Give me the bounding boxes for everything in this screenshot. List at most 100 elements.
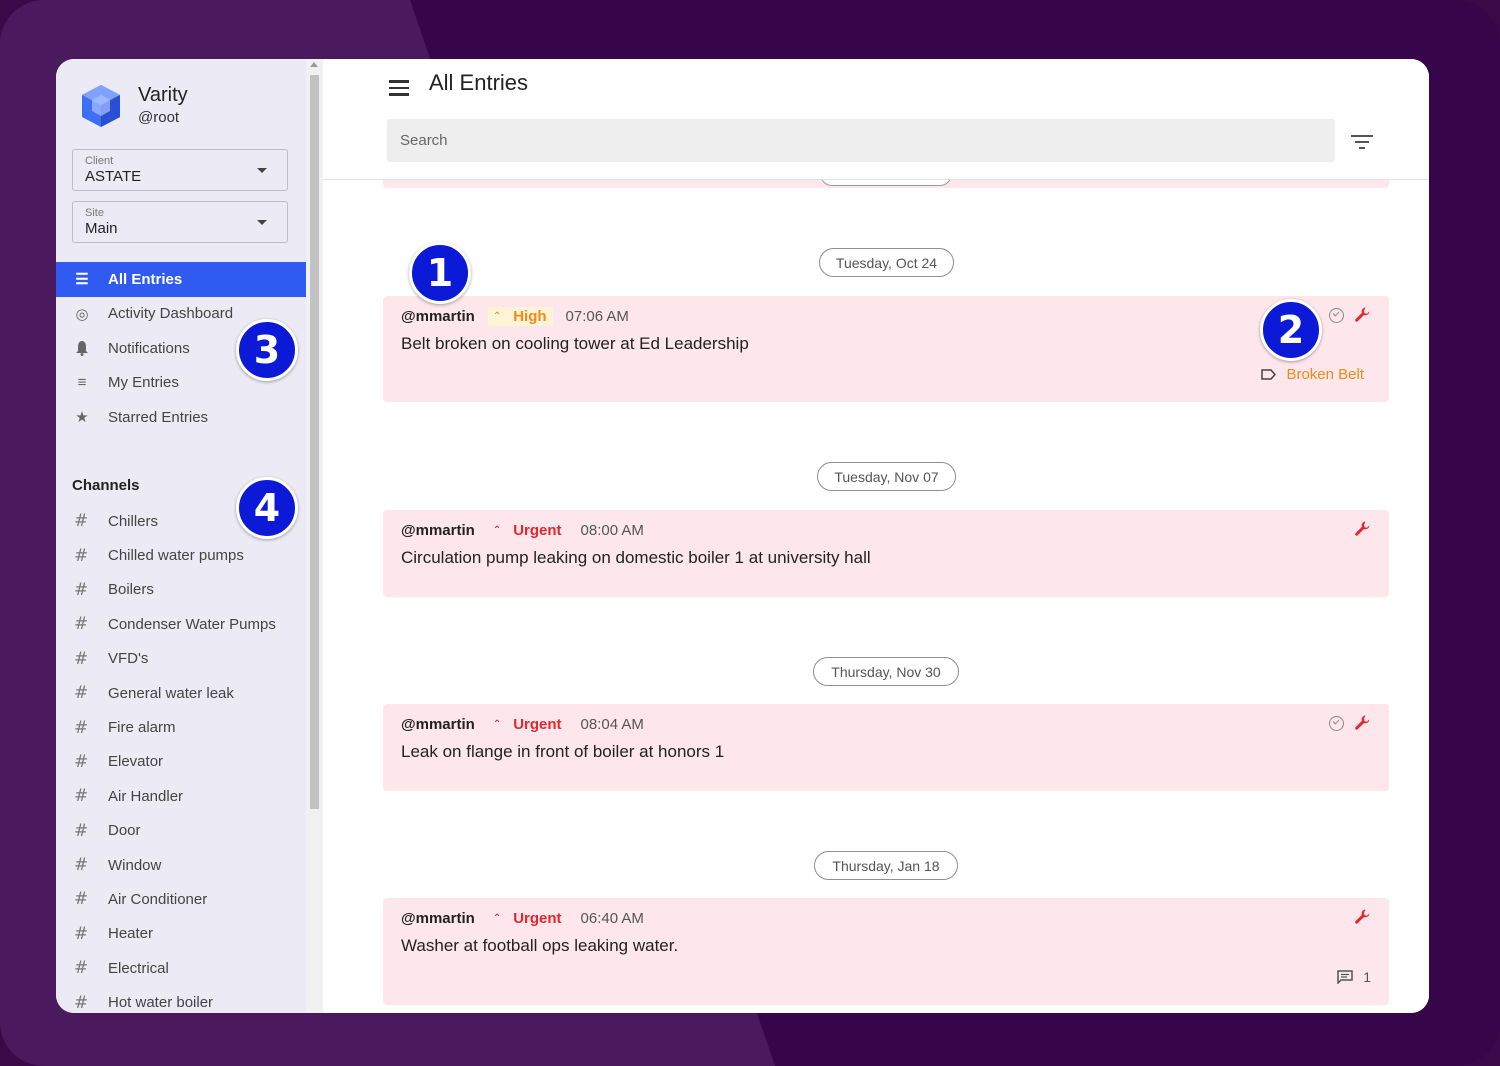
nav-item-label: Starred Entries <box>108 408 209 426</box>
scrollbar-thumb[interactable] <box>310 75 319 809</box>
channel-item[interactable]: # Hot water boiler <box>56 985 306 1013</box>
entry-author[interactable]: @mmartin <box>401 522 475 539</box>
main-content: All Entries Tuesday, Oct 24 @mmartin ⌃ <box>323 59 1429 1013</box>
wrench-icon[interactable] <box>1354 520 1372 538</box>
chevron-down-icon <box>257 168 267 173</box>
entry-author[interactable]: @mmartin <box>401 716 475 733</box>
channel-item[interactable]: # VFD's <box>56 642 306 676</box>
date-divider: Thursday, Nov 30 <box>813 657 959 686</box>
entry-card[interactable]: @mmartin ⌃ Urgent 08:04 AM Leak on flang… <box>383 704 1389 791</box>
entry-card[interactable]: @mmartin ⌃ High 07:06 AM Belt broken on … <box>383 296 1389 402</box>
priority-badge-urgent: ⌃ Urgent <box>488 715 568 734</box>
priority-badge-high: ⌃ High <box>487 306 553 326</box>
channel-item[interactable]: # Air Conditioner <box>56 882 306 916</box>
scroll-up-arrow-icon[interactable] <box>310 62 318 67</box>
chevron-up-icon: ⌃ <box>492 310 502 322</box>
hash-icon: # <box>74 889 89 910</box>
channel-item[interactable]: # Door <box>56 814 306 848</box>
date-divider: Tuesday, Nov 07 <box>817 462 956 491</box>
priority-label: Urgent <box>513 715 562 733</box>
broadcast-icon: ◎ <box>75 305 89 323</box>
priority-badge-urgent: ⌃ Urgent <box>488 909 568 928</box>
entry-actions <box>1354 520 1372 538</box>
chevron-down-icon <box>257 220 267 225</box>
double-chevron-up-icon: ⌃ <box>492 524 502 536</box>
channel-list: # Chillers # Chilled water pumps # Boilers … <box>56 504 306 1013</box>
wrench-icon[interactable] <box>1354 306 1372 324</box>
channels-heading: Channels <box>72 477 140 494</box>
entry-card[interactable]: @mmartin ⌃ Urgent 08:00 AM Circulation p… <box>383 510 1389 597</box>
filter-icon[interactable] <box>1351 133 1373 151</box>
client-select-value: ASTATE <box>85 168 142 185</box>
nav-item-all-entries[interactable]: ☰ All Entries <box>56 262 306 297</box>
channel-item[interactable]: # Electrical <box>56 951 306 985</box>
date-divider: Tuesday, Oct 24 <box>819 248 954 277</box>
hamburger-menu-icon[interactable] <box>387 76 411 100</box>
hash-icon: # <box>74 579 89 600</box>
callout-badge-3: 3 <box>236 319 298 381</box>
priority-badge-urgent: ⌃ Urgent <box>488 521 568 540</box>
hash-icon: # <box>74 923 89 944</box>
hash-icon: # <box>74 855 89 876</box>
check-circle-icon[interactable] <box>1329 307 1344 323</box>
channel-item[interactable]: # Elevator <box>56 745 306 779</box>
entries-feed: Tuesday, Oct 24 @mmartin ⌃ High 07:06 AM… <box>323 180 1429 1013</box>
channel-label: Condenser Water Pumps <box>108 615 276 633</box>
wrench-icon[interactable] <box>1354 714 1372 732</box>
channel-item[interactable]: # Heater <box>56 917 306 951</box>
nav-item-starred-entries[interactable]: ★ Starred Entries <box>56 400 306 435</box>
priority-label: Urgent <box>513 521 562 539</box>
double-chevron-up-icon: ⌃ <box>492 912 502 924</box>
nav-item-label: My Entries <box>108 374 179 392</box>
star-icon: ★ <box>75 409 89 427</box>
callout-badge-1: 1 <box>409 242 471 304</box>
comment-count-value: 1 <box>1363 969 1371 985</box>
entry-actions <box>1354 908 1372 926</box>
search-bar[interactable] <box>387 119 1335 162</box>
entry-author[interactable]: @mmartin <box>401 308 475 325</box>
hash-icon: # <box>74 545 89 566</box>
channel-item[interactable]: # General water leak <box>56 676 306 710</box>
entry-author[interactable]: @mmartin <box>401 910 475 927</box>
label-tag-icon <box>1261 369 1277 380</box>
callout-badge-4: 4 <box>236 477 298 539</box>
sidebar-scrollbar[interactable] <box>306 59 323 1013</box>
search-input[interactable] <box>387 119 1335 162</box>
bell-icon <box>72 338 92 358</box>
channel-item[interactable]: # Air Handler <box>56 779 306 813</box>
site-select-label: Site <box>85 207 104 219</box>
channel-label: Door <box>108 822 141 840</box>
hash-icon: # <box>74 751 89 772</box>
client-select-label: Client <box>85 155 114 167</box>
channel-item[interactable]: # Window <box>56 848 306 882</box>
date-divider: Thursday, Jan 18 <box>814 851 958 880</box>
nav-item-label: All Entries <box>108 270 183 288</box>
wrench-icon[interactable] <box>1354 908 1372 926</box>
brand[interactable]: Varity @root <box>78 81 188 131</box>
entry-tag[interactable]: Broken Belt <box>1261 366 1364 383</box>
client-select[interactable]: Client ASTATE <box>72 149 288 191</box>
entry-time: 08:04 AM <box>580 715 644 733</box>
entry-time: 07:06 AM <box>565 307 629 325</box>
callout-badge-2: 2 <box>1260 299 1322 361</box>
hash-icon: # <box>74 958 89 979</box>
channel-label: Air Conditioner <box>108 890 208 908</box>
entry-card[interactable]: @mmartin ⌃ Urgent 06:40 AM Washer at foo… <box>383 898 1389 1005</box>
check-circle-icon[interactable] <box>1329 715 1344 731</box>
channel-item[interactable]: # Fire alarm <box>56 710 306 744</box>
site-select[interactable]: Site Main <box>72 201 288 243</box>
date-divider-partial <box>820 180 952 186</box>
channel-label: Boilers <box>108 581 154 599</box>
entry-actions <box>1329 306 1372 324</box>
user-handle: @root <box>138 109 180 126</box>
channel-item[interactable]: # Condenser Water Pumps <box>56 607 306 641</box>
page-title: All Entries <box>429 70 529 95</box>
channel-item[interactable]: # Chilled water pumps <box>56 538 306 572</box>
comment-count[interactable]: 1 <box>1337 969 1371 985</box>
channel-item[interactable]: # Boilers <box>56 573 306 607</box>
hash-icon: # <box>74 820 89 841</box>
channel-label: Chilled water pumps <box>108 547 244 565</box>
hash-icon: # <box>74 717 89 738</box>
hash-icon: # <box>74 786 89 807</box>
hash-icon: # <box>74 614 89 635</box>
